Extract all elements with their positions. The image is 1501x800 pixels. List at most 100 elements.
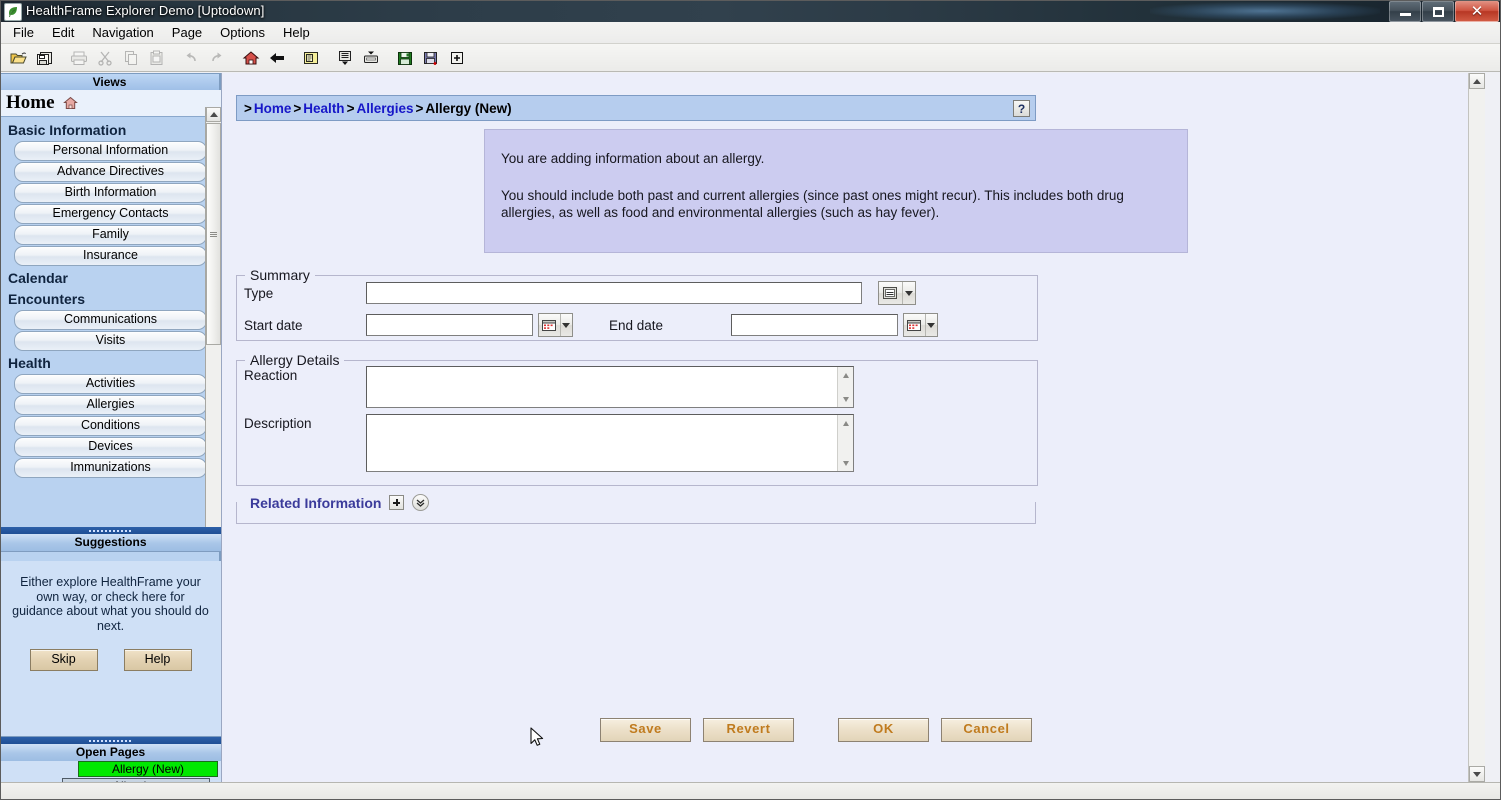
open-pages-panel: Open Pages [0, 737, 221, 762]
type-row: Type [244, 281, 916, 305]
paste-icon[interactable] [144, 46, 170, 70]
end-date-input[interactable] [731, 314, 898, 336]
menu-edit[interactable]: Edit [43, 23, 83, 42]
views-list: Basic Information Personal Information A… [0, 117, 221, 478]
menu-options[interactable]: Options [211, 23, 274, 42]
save-button[interactable]: Save [600, 718, 691, 742]
maximize-button[interactable] [1422, 1, 1454, 22]
menu-help[interactable]: Help [274, 23, 319, 42]
status-bar [0, 782, 1501, 800]
type-picker-button[interactable] [878, 281, 916, 305]
info-box: You are adding information about an alle… [484, 129, 1188, 253]
open-pages-panel-grip[interactable] [0, 737, 221, 744]
type-label: Type [244, 285, 274, 301]
skip-button[interactable]: Skip [29, 649, 98, 671]
sidebar-item-birth-information[interactable]: Birth Information [14, 183, 207, 203]
export-up-icon[interactable] [358, 46, 384, 70]
start-date-input[interactable] [366, 314, 533, 336]
description-scroll-down[interactable] [838, 456, 853, 470]
info-box-paragraph-2: You should include both past and current… [501, 188, 1124, 220]
breadcrumb-sep-1: > [293, 100, 302, 116]
save-as-icon[interactable] [418, 46, 444, 70]
menu-file[interactable]: File [4, 23, 43, 42]
content-area: > Home > Health > Allergies > Allergy (N… [221, 73, 1485, 782]
description-textarea[interactable] [366, 414, 854, 472]
description-scrollbar[interactable] [837, 415, 853, 471]
breadcrumb-home[interactable]: Home [254, 101, 292, 116]
content-scroll-down-button[interactable] [1469, 766, 1485, 782]
ok-button[interactable]: OK [838, 718, 929, 742]
minimize-button[interactable] [1389, 1, 1421, 22]
related-information-title[interactable]: Related Information [250, 495, 381, 511]
sidebar-item-family[interactable]: Family [14, 225, 207, 245]
sidebar-item-emergency-contacts[interactable]: Emergency Contacts [14, 204, 207, 224]
sidebar-item-visits[interactable]: Visits [14, 331, 207, 351]
menu-navigation[interactable]: Navigation [83, 23, 162, 42]
related-information-legend: Related Information [244, 494, 436, 511]
sidebar-item-communications[interactable]: Communications [14, 310, 207, 330]
revert-button[interactable]: Revert [703, 718, 794, 742]
help-button[interactable]: Help [123, 649, 192, 671]
menu-page[interactable]: Page [163, 23, 211, 42]
end-date-picker-button[interactable] [903, 313, 938, 337]
reaction-scroll-up[interactable] [838, 368, 853, 382]
copy-icon[interactable] [118, 46, 144, 70]
content-scroll-up-button[interactable] [1469, 73, 1485, 89]
end-date-label: End date [609, 317, 664, 333]
group-title-encounters: Encounters [8, 291, 86, 307]
sidebar-item-personal-information[interactable]: Personal Information [14, 141, 207, 161]
suggestions-panel-grip[interactable] [0, 527, 221, 534]
group-title-calendar[interactable]: Calendar [0, 267, 221, 288]
sidebar-item-devices[interactable]: Devices [14, 437, 207, 457]
reaction-label: Reaction [244, 368, 298, 383]
print-icon[interactable] [66, 46, 92, 70]
cut-icon[interactable] [92, 46, 118, 70]
sidebar-item-conditions[interactable]: Conditions [14, 416, 207, 436]
sidebar-item-activities[interactable]: Activities [14, 374, 207, 394]
open-page-allergy-new[interactable]: Allergy (New) [78, 761, 218, 777]
sidebar-item-immunizations[interactable]: Immunizations [14, 458, 207, 478]
plus-icon[interactable] [389, 495, 405, 510]
sidebar-item-advance-directives[interactable]: Advance Directives [14, 162, 207, 182]
open-pages-panel-header: Open Pages [0, 744, 221, 762]
breadcrumb-allergies[interactable]: Allergies [356, 101, 413, 116]
views-home-label: Home [6, 92, 55, 113]
home-icon[interactable] [238, 46, 264, 70]
sidebar-scroll-up-button[interactable] [206, 107, 221, 122]
list-picker-icon [879, 282, 902, 304]
redo-icon[interactable] [204, 46, 230, 70]
reaction-row: Reaction [244, 366, 854, 408]
sidebar-scroll-thumb[interactable] [206, 123, 221, 345]
start-date-picker-button[interactable] [538, 313, 573, 337]
cancel-button[interactable]: Cancel [941, 718, 1032, 742]
breadcrumb-health[interactable]: Health [303, 101, 344, 116]
toolbar [0, 44, 1501, 72]
sidebar: Views Home Basic Information Personal In… [0, 73, 221, 800]
double-chevron-down-icon[interactable] [412, 494, 430, 511]
undo-icon[interactable] [178, 46, 204, 70]
suggestions-body: Either explore HealthFrame your own way,… [0, 561, 221, 737]
list-down-icon[interactable] [332, 46, 358, 70]
back-arrow-icon[interactable] [264, 46, 290, 70]
reaction-textarea[interactable] [366, 366, 854, 408]
content-scrollbar[interactable] [1468, 73, 1485, 782]
open-folder-icon[interactable] [6, 46, 32, 70]
suggestions-panel: Suggestions [0, 527, 221, 552]
description-scroll-up[interactable] [838, 416, 853, 430]
breadcrumb: > Home > Health > Allergies > Allergy (N… [236, 95, 1036, 121]
sidebar-item-insurance[interactable]: Insurance [14, 246, 207, 266]
type-input[interactable] [366, 282, 862, 304]
reaction-scrollbar[interactable] [837, 367, 853, 407]
new-folder-icon[interactable] [298, 46, 324, 70]
close-button[interactable]: ✕ [1455, 1, 1499, 22]
save-icon[interactable] [392, 46, 418, 70]
description-label: Description [244, 416, 312, 431]
save-copy-icon[interactable] [32, 46, 58, 70]
help-icon[interactable]: ? [1013, 100, 1030, 117]
sidebar-item-allergies[interactable]: Allergies [14, 395, 207, 415]
breadcrumb-sep-3: > [415, 100, 424, 116]
add-box-icon[interactable] [444, 46, 470, 70]
sidebar-scrollbar[interactable] [205, 107, 221, 527]
reaction-scroll-down[interactable] [838, 392, 853, 406]
views-home-row[interactable]: Home [0, 90, 221, 117]
